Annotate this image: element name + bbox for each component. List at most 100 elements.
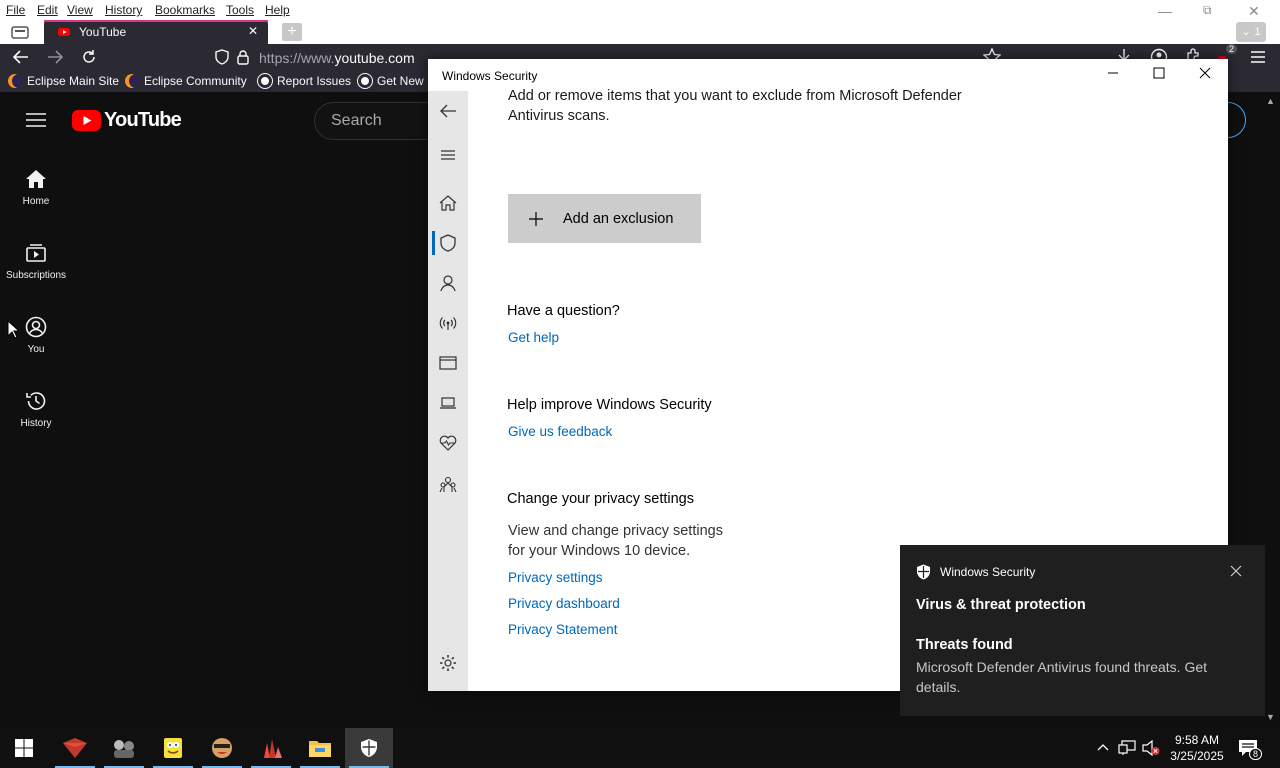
ws-virus-protection-shield-icon[interactable] bbox=[438, 233, 458, 253]
toast-body: Microsoft Defender Antivirus found threa… bbox=[916, 657, 1207, 697]
toast-title: Virus & threat protection bbox=[916, 597, 1086, 613]
privacy-statement-link[interactable]: Privacy Statement bbox=[508, 622, 618, 637]
ws-close-icon[interactable] bbox=[1199, 67, 1211, 79]
action-center-icon[interactable]: 8 bbox=[1238, 739, 1263, 760]
ws-navigation-rail bbox=[428, 91, 468, 691]
taskbar: 9:58 AM 3/25/2025 8 bbox=[0, 728, 1280, 768]
taskbar-app-3[interactable] bbox=[149, 728, 197, 768]
ws-device-security-icon[interactable] bbox=[438, 393, 458, 413]
eclipse-icon bbox=[8, 74, 22, 88]
scroll-down-icon[interactable]: ▼ bbox=[1266, 712, 1275, 722]
get-help-link[interactable]: Get help bbox=[508, 330, 559, 345]
search-input[interactable]: Search bbox=[314, 102, 434, 140]
privacy-description-line: for your Windows 10 device. bbox=[508, 543, 691, 559]
youtube-logo-icon bbox=[72, 110, 101, 131]
bookmark-label: Eclipse Community bbox=[144, 74, 247, 88]
taskbar-file-explorer[interactable] bbox=[296, 728, 344, 768]
volume-muted-icon[interactable] bbox=[1142, 740, 1160, 756]
taskbar-app-4[interactable] bbox=[198, 728, 246, 768]
bookmark-eclipse-main[interactable]: Eclipse Main Site bbox=[8, 74, 119, 88]
taskbar-app-5[interactable] bbox=[247, 728, 295, 768]
ws-menu-icon[interactable] bbox=[438, 145, 458, 165]
menu-bookmarks[interactable]: Bookmarks bbox=[155, 3, 215, 17]
tab-close-icon[interactable]: ✕ bbox=[248, 24, 258, 38]
tab-overview-icon[interactable] bbox=[10, 24, 30, 40]
bookmark-eclipse-community[interactable]: Eclipse Community bbox=[125, 74, 247, 88]
scroll-up-icon[interactable]: ▲ bbox=[1266, 96, 1275, 106]
question-heading: Have a question? bbox=[507, 303, 620, 319]
youtube-logo[interactable]: YouTube bbox=[72, 109, 182, 132]
bookmark-label: Eclipse Main Site bbox=[27, 74, 120, 88]
minimize-icon[interactable]: — bbox=[1158, 3, 1172, 19]
improve-heading: Help improve Windows Security bbox=[507, 397, 712, 413]
mouse-cursor-icon bbox=[7, 320, 19, 339]
ws-family-options-icon[interactable] bbox=[438, 475, 458, 495]
shield-icon[interactable] bbox=[214, 49, 230, 65]
network-icon[interactable] bbox=[1118, 740, 1136, 756]
menu-help[interactable]: Help bbox=[265, 3, 290, 17]
ws-app-browser-control-icon[interactable] bbox=[438, 353, 458, 373]
url-bar[interactable]: https://www.youtube.com bbox=[259, 50, 415, 66]
toast-close-icon[interactable] bbox=[1230, 565, 1242, 577]
privacy-dashboard-link[interactable]: Privacy dashboard bbox=[508, 596, 620, 611]
youtube-favicon-icon bbox=[58, 26, 70, 38]
tray-chevron-up-icon[interactable] bbox=[1096, 740, 1110, 754]
ws-home-icon[interactable] bbox=[438, 193, 458, 213]
plus-icon bbox=[529, 211, 543, 226]
menu-view[interactable]: View bbox=[67, 3, 93, 17]
menu-edit[interactable]: Edit bbox=[37, 3, 58, 17]
menu-tools[interactable]: Tools bbox=[226, 3, 254, 17]
reload-icon[interactable] bbox=[81, 49, 97, 65]
tab-youtube[interactable]: YouTube ✕ bbox=[44, 20, 268, 44]
ws-settings-gear-icon[interactable] bbox=[438, 653, 458, 673]
ws-device-health-icon[interactable] bbox=[438, 433, 458, 453]
sponge-app-icon bbox=[164, 738, 182, 758]
menu-file[interactable]: File bbox=[6, 3, 25, 17]
tab-count: 1 bbox=[1254, 26, 1261, 38]
exclusion-description: Add or remove items that you want to exc… bbox=[508, 86, 962, 126]
bookmark-get-new[interactable]: Get New I bbox=[358, 74, 430, 88]
bookmark-report-issues[interactable]: Report Issues bbox=[258, 74, 351, 88]
lock-icon[interactable] bbox=[236, 49, 250, 65]
windows-security-shield-icon bbox=[916, 564, 931, 580]
new-tab-button[interactable]: + bbox=[282, 23, 302, 41]
bookmark-label: Get New I bbox=[377, 74, 431, 88]
menu-history[interactable]: History bbox=[105, 3, 142, 17]
taskbar-app-1[interactable] bbox=[51, 728, 99, 768]
character-app-icon bbox=[212, 738, 232, 758]
github-icon bbox=[258, 74, 272, 88]
privacy-settings-link[interactable]: Privacy settings bbox=[508, 570, 603, 585]
close-icon[interactable]: ✕ bbox=[1248, 3, 1260, 20]
tray-clock[interactable]: 9:58 AM 3/25/2025 bbox=[1166, 732, 1228, 764]
sidebar-item-history[interactable]: History bbox=[0, 390, 72, 429]
add-exclusion-button[interactable]: Add an exclusion bbox=[508, 194, 701, 243]
sidebar-item-home[interactable]: Home bbox=[0, 168, 72, 207]
add-exclusion-label: Add an exclusion bbox=[563, 210, 674, 227]
ws-selected-indicator bbox=[432, 231, 435, 255]
sidebar-label: History bbox=[20, 418, 52, 429]
ws-account-protection-icon[interactable] bbox=[438, 273, 458, 293]
ws-minimize-icon[interactable] bbox=[1107, 67, 1119, 79]
tab-title: YouTube bbox=[79, 25, 127, 39]
app-menu-icon[interactable] bbox=[1250, 50, 1266, 64]
toast-notification[interactable]: Windows Security Virus & threat protecti… bbox=[900, 545, 1265, 716]
taskbar-windows-security[interactable] bbox=[345, 728, 393, 768]
ws-firewall-network-icon[interactable] bbox=[438, 313, 458, 333]
restore-icon[interactable]: ⧉ bbox=[1203, 3, 1212, 18]
forward-icon[interactable] bbox=[46, 49, 64, 65]
folder-icon bbox=[309, 741, 331, 757]
sidebar-label: Home bbox=[22, 196, 50, 207]
start-button[interactable] bbox=[0, 728, 48, 768]
exclusion-description-line: Add or remove items that you want to exc… bbox=[508, 88, 962, 104]
sidebar-item-subscriptions[interactable]: Subscriptions bbox=[0, 242, 72, 281]
taskbar-app-2[interactable] bbox=[100, 728, 148, 768]
back-icon[interactable] bbox=[12, 49, 30, 65]
ws-maximize-icon[interactable] bbox=[1153, 67, 1165, 79]
eclipse-icon bbox=[125, 74, 139, 88]
hamburger-menu-icon[interactable] bbox=[26, 112, 46, 128]
you-icon bbox=[25, 316, 47, 338]
feedback-link[interactable]: Give us feedback bbox=[508, 424, 612, 439]
tab-list-button[interactable]: ⌄ 1 bbox=[1236, 22, 1266, 42]
ws-back-icon[interactable] bbox=[438, 101, 458, 121]
crystals-app-icon bbox=[264, 739, 282, 758]
